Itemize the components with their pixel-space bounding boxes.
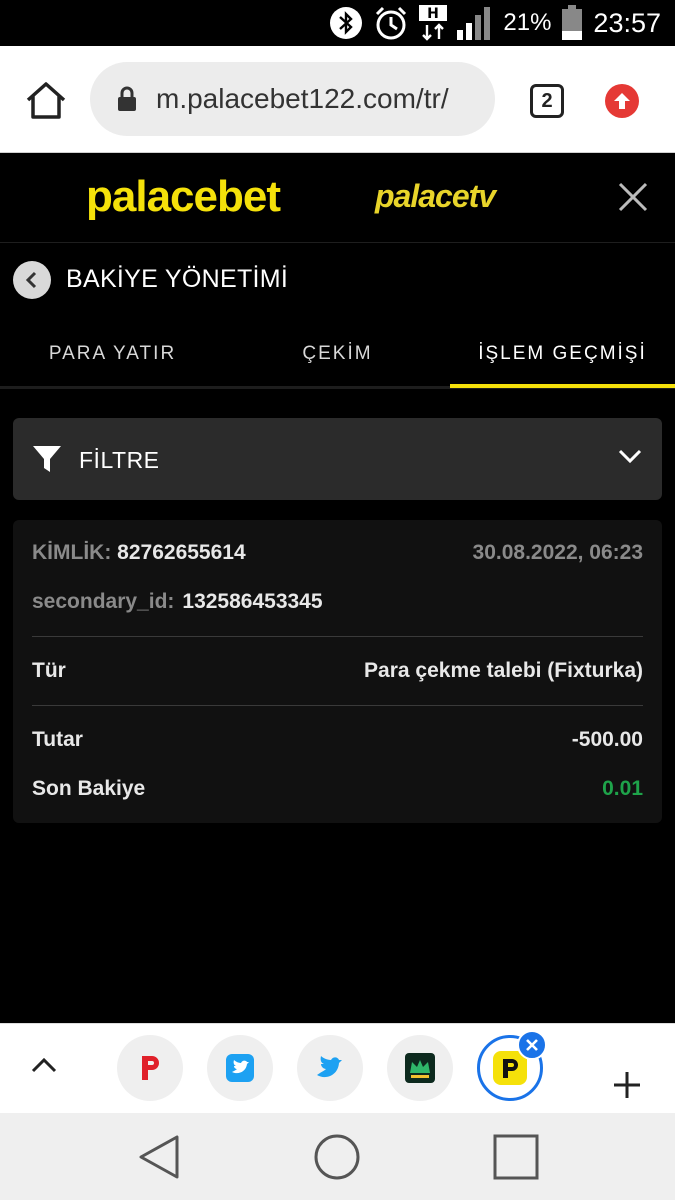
close-tab-button[interactable] <box>517 1030 547 1060</box>
lock-icon <box>118 86 136 111</box>
triangle-back-icon <box>139 1135 179 1179</box>
alarm-icon <box>373 5 409 41</box>
palacetv-logo[interactable]: palacetv <box>375 178 496 215</box>
system-nav-bar <box>0 1113 675 1200</box>
transaction-id-value: 82762655614 <box>117 541 246 564</box>
balance-value: 0.01 <box>602 777 643 800</box>
network-label: H <box>428 6 440 22</box>
divider <box>32 705 643 706</box>
nav-home-button[interactable] <box>313 1133 361 1186</box>
circle-home-icon <box>314 1134 360 1180</box>
tab-para-yatir[interactable]: PARA YATIR <box>0 318 225 389</box>
tab-strip <box>0 1023 675 1113</box>
battery-icon <box>561 5 583 41</box>
chevron-up-icon <box>31 1057 57 1073</box>
battery-percent: 21% <box>503 9 552 36</box>
transaction-date: 30.08.2022, 06:23 <box>472 541 643 564</box>
transaction-balance-row: Son Bakiye 0.01 <box>32 777 643 801</box>
site-header: palacebet palacetv <box>0 154 675 243</box>
secondary-id-label: secondary_id: <box>32 590 175 613</box>
strip-tab-3[interactable] <box>297 1035 363 1101</box>
nav-recents-button[interactable] <box>492 1133 540 1186</box>
back-button[interactable] <box>13 261 51 299</box>
filter-dropdown[interactable]: FİLTRE <box>13 418 662 500</box>
clock: 23:57 <box>593 7 661 38</box>
close-button[interactable] <box>616 180 650 219</box>
expand-tabs-button[interactable] <box>30 1056 58 1079</box>
transaction-card: KİMLİK: 82762655614 30.08.2022, 06:23 se… <box>13 520 662 823</box>
status-bar: H 21% 23:57 <box>0 0 675 46</box>
amount-label: Tutar <box>32 728 83 751</box>
type-value: Para çekme talebi (Fixturka) <box>364 659 643 682</box>
chevron-left-icon <box>25 271 37 289</box>
close-icon <box>526 1039 538 1051</box>
data-arrows-icon: H <box>419 5 448 41</box>
tab-cekim[interactable]: ÇEKİM <box>225 318 450 389</box>
page-header: BAKİYE YÖNETİMİ <box>0 244 675 318</box>
balance-tabs: PARA YATIR ÇEKİM İŞLEM GEÇMİŞİ <box>0 318 675 389</box>
active-tab-indicator <box>450 384 675 388</box>
funnel-icon <box>33 446 61 472</box>
tabs-button[interactable]: 2 <box>530 84 564 118</box>
update-button[interactable] <box>605 84 639 118</box>
transaction-type-row: Tür Para çekme talebi (Fixturka) <box>32 659 643 683</box>
signal-icon <box>457 6 493 40</box>
url-bar[interactable]: m.palacebet122.com/tr/ <box>90 62 495 136</box>
secondary-id-row: secondary_id: 132586453345 <box>32 590 643 614</box>
filter-label: FİLTRE <box>79 447 160 473</box>
palacebet-logo[interactable]: palacebet <box>86 172 281 222</box>
palacetv-logo-text: palacetv <box>375 178 496 214</box>
type-label: Tür <box>32 659 66 682</box>
tab-islem-gecmisi[interactable]: İŞLEM GEÇMİŞİ <box>450 318 675 389</box>
tab-count: 2 <box>541 89 553 112</box>
divider <box>32 636 643 637</box>
strip-tab-4[interactable] <box>387 1035 453 1101</box>
url-text: m.palacebet122.com/tr/ <box>156 83 449 114</box>
square-recents-icon <box>493 1134 539 1180</box>
amount-value: -500.00 <box>571 728 643 751</box>
close-icon <box>618 182 648 212</box>
bluetooth-icon <box>329 6 363 40</box>
balance-label: Son Bakiye <box>32 777 146 800</box>
plus-icon <box>614 1072 640 1098</box>
new-tab-button[interactable] <box>612 1070 642 1105</box>
crown-icon <box>405 1053 435 1083</box>
transaction-id-label: KİMLİK: <box>32 541 112 564</box>
chevron-down-icon <box>618 449 642 464</box>
strip-tab-1[interactable] <box>117 1035 183 1101</box>
home-button[interactable] <box>24 80 68 120</box>
nav-back-button[interactable] <box>137 1133 181 1186</box>
twitter-icon <box>317 1056 342 1078</box>
palacebet-p-icon <box>142 1056 159 1080</box>
transaction-id-row: KİMLİK: 82762655614 30.08.2022, 06:23 <box>32 541 643 565</box>
home-icon <box>26 82 66 119</box>
secondary-id-value: 132586453345 <box>182 590 323 613</box>
twitter-square-icon <box>226 1054 254 1082</box>
page-title: BAKİYE YÖNETİMİ <box>66 265 289 293</box>
update-icon <box>614 93 630 109</box>
browser-toolbar: m.palacebet122.com/tr/ 2 <box>0 46 675 153</box>
strip-tab-2[interactable] <box>207 1035 273 1101</box>
transaction-amount-row: Tutar -500.00 <box>32 728 643 752</box>
